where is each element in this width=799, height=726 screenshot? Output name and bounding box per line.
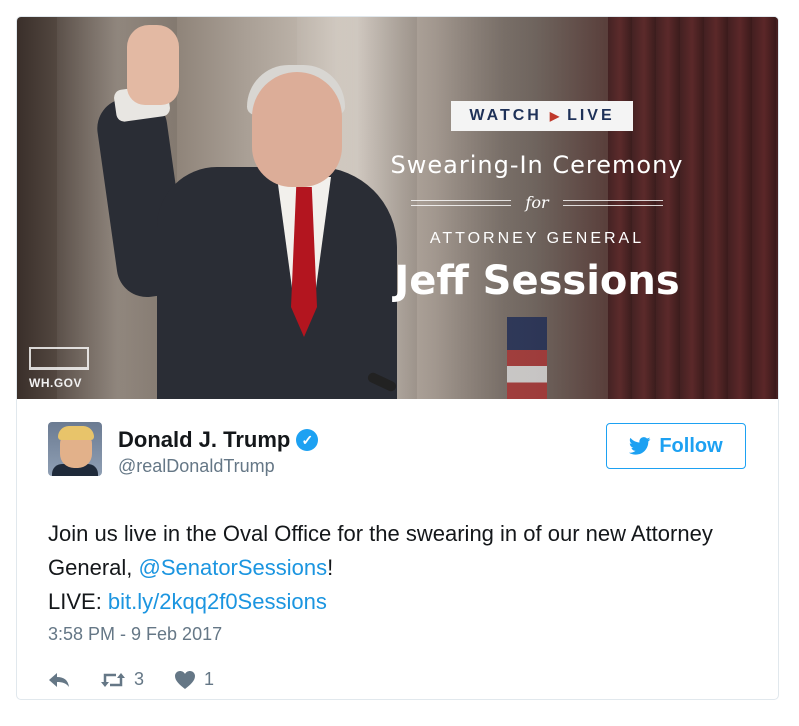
attorney-general-label: ATTORNEY GENERAL bbox=[429, 230, 645, 247]
url-link[interactable]: bit.ly/2kqq2f0Sessions bbox=[108, 589, 327, 614]
for-row: for bbox=[377, 193, 697, 212]
like-button[interactable]: 1 bbox=[174, 669, 214, 690]
whitehouse-logo: WH.GOV bbox=[29, 347, 99, 390]
retweet-count: 3 bbox=[134, 669, 145, 689]
avatar[interactable] bbox=[48, 422, 102, 476]
for-text: for bbox=[525, 193, 549, 212]
verified-badge-icon: ✓ bbox=[296, 429, 319, 451]
like-count: 1 bbox=[204, 669, 215, 689]
tweet-card: WH.GOV WATCH ▶ LIVE Swearing-In Ceremony… bbox=[16, 16, 779, 700]
user-handle[interactable]: @realDonaldTrump bbox=[118, 456, 275, 477]
suit-jacket bbox=[157, 167, 397, 399]
heart-icon bbox=[175, 670, 196, 689]
media-title-block: WATCH ▶ LIVE Swearing-In Ceremony for AT… bbox=[377, 101, 697, 304]
live-label: LIVE: bbox=[48, 589, 108, 614]
person-figure bbox=[87, 17, 397, 399]
ceremony-title: Swearing-In Ceremony bbox=[390, 151, 684, 179]
divider-rule bbox=[411, 199, 512, 206]
logo-text: WH.GOV bbox=[29, 376, 82, 390]
tweet-timestamp[interactable]: 3:58 PM - 9 Feb 2017 bbox=[48, 624, 222, 645]
watch-live-badge: WATCH ▶ LIVE bbox=[451, 101, 633, 131]
divider-rule bbox=[562, 199, 663, 206]
retweet-icon bbox=[101, 672, 125, 687]
flag-graphic bbox=[507, 317, 547, 399]
play-arrow-icon: ▶ bbox=[549, 109, 560, 123]
whitehouse-building-icon bbox=[29, 347, 89, 370]
display-name-text[interactable]: Donald J. Trump bbox=[118, 427, 290, 453]
user-display-name[interactable]: Donald J. Trump ✓ bbox=[118, 427, 319, 453]
follow-label: Follow bbox=[659, 434, 723, 457]
badge-live-text: LIVE bbox=[567, 107, 615, 124]
tweet-text-part2: ! bbox=[327, 555, 334, 580]
follow-button[interactable]: Follow bbox=[606, 423, 746, 469]
mention-link[interactable]: @SenatorSessions bbox=[139, 555, 328, 580]
tweet-actions: 3 1 bbox=[48, 669, 214, 690]
avatar-hair bbox=[58, 426, 94, 440]
tweet-text: Join us live in the Oval Office for the … bbox=[48, 517, 748, 619]
twitter-bird-icon bbox=[629, 437, 651, 455]
tweet-body: Donald J. Trump ✓ @realDonaldTrump Follo… bbox=[17, 399, 778, 699]
badge-watch-text: WATCH bbox=[469, 107, 542, 124]
retweet-button[interactable]: 3 bbox=[100, 669, 144, 690]
reply-icon bbox=[49, 672, 69, 687]
raised-hand bbox=[127, 25, 179, 105]
tweet-media-image[interactable]: WH.GOV WATCH ▶ LIVE Swearing-In Ceremony… bbox=[17, 17, 778, 399]
honoree-name: Jeff Sessions bbox=[394, 258, 680, 304]
reply-button[interactable] bbox=[48, 671, 70, 689]
head bbox=[252, 72, 342, 187]
